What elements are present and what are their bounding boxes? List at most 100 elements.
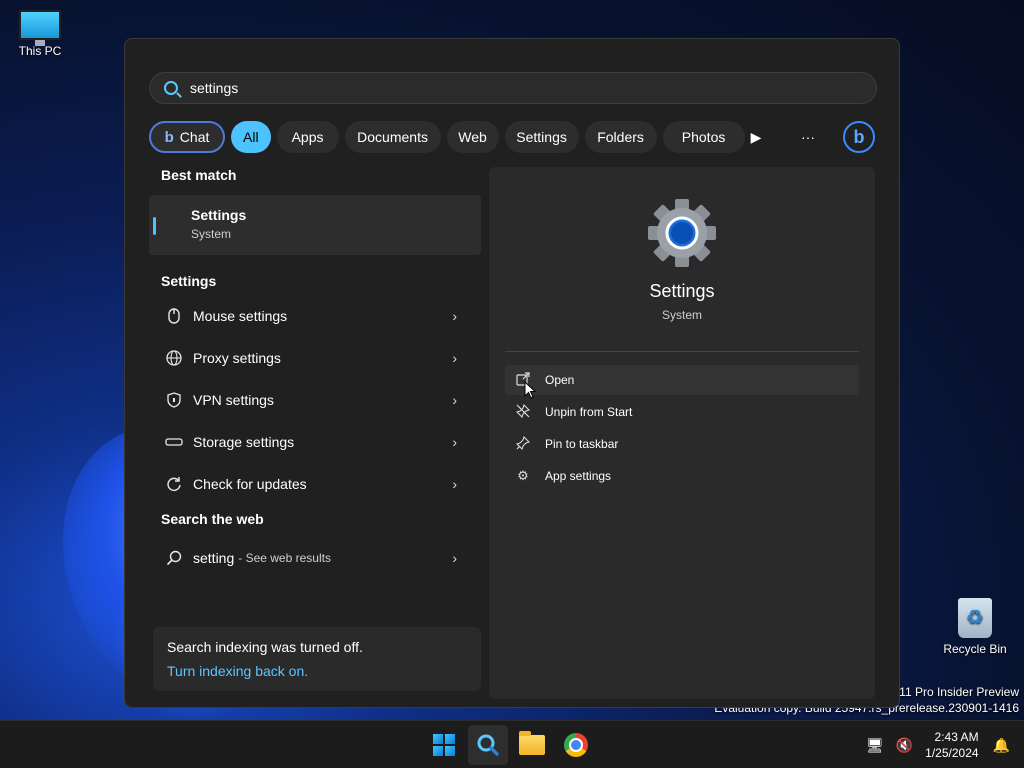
storage-icon (165, 433, 183, 451)
preview-actions: Open Unpin from Start Pin to taskbar ⚙ A… (505, 365, 859, 493)
filter-all-label: All (243, 129, 259, 145)
filter-folders[interactable]: Folders (584, 121, 657, 153)
result-label: VPN settings (193, 392, 274, 408)
indexing-notice: Search indexing was turned off. Turn ind… (153, 627, 481, 691)
start-button[interactable] (424, 725, 464, 765)
result-vpn-settings[interactable]: VPN settings › (149, 379, 481, 421)
action-app-settings[interactable]: ⚙ App settings (505, 461, 859, 491)
chrome-icon (564, 733, 588, 757)
result-label: Proxy settings (193, 350, 281, 366)
refresh-icon (165, 475, 183, 493)
filter-photos-label: Photos (681, 129, 726, 145)
recycle-bin-icon: ♻ (958, 598, 992, 638)
preview-title: Settings (649, 281, 715, 301)
indexing-message: Search indexing was turned off. (167, 639, 363, 655)
clock-time: 2:43 AM (934, 730, 979, 744)
result-label: Storage settings (193, 434, 295, 450)
web-query: setting (193, 550, 235, 566)
recycle-bin-label: Recycle Bin (943, 642, 1007, 656)
preview-pane: Settings System Open Unpin from Start Pi… (489, 167, 875, 699)
result-proxy-settings[interactable]: Proxy settings › (149, 337, 481, 379)
chevron-right-icon[interactable]: › (452, 308, 457, 324)
best-match-item[interactable]: Settings System (149, 195, 481, 255)
filter-web-label: Web (458, 129, 487, 145)
web-hint: - See web results (238, 551, 331, 565)
filter-folders-label: Folders (597, 129, 644, 145)
filter-chat-label: Chat (179, 129, 210, 145)
action-pin-to-taskbar[interactable]: Pin to taskbar (505, 429, 859, 459)
filter-documents[interactable]: Documents (344, 121, 441, 153)
bing-icon[interactable]: b (843, 121, 875, 153)
filter-documents-label: Documents (357, 129, 428, 145)
this-pc-label: This PC (18, 44, 62, 58)
taskbar-search-button[interactable] (468, 725, 508, 765)
clock-date: 1/25/2024 (925, 746, 979, 760)
best-match-subtitle: System (191, 227, 232, 241)
mouse-icon (165, 307, 183, 325)
filter-actions: ▶ ··· b (721, 120, 875, 154)
search-box[interactable] (149, 72, 877, 104)
turn-indexing-on-link[interactable]: Turn indexing back on. (167, 663, 467, 679)
filter-all[interactable]: All (231, 121, 271, 153)
result-label: Check for updates (193, 476, 307, 492)
notification-bell-icon[interactable]: 🔔 (993, 737, 1010, 754)
folder-icon (519, 731, 545, 755)
action-label: Unpin from Start (545, 405, 633, 419)
result-label: Mouse settings (193, 308, 288, 324)
search-panel: b Chat All Apps Documents Web Settings F… (124, 38, 900, 708)
monitor-icon (19, 10, 61, 46)
desktop-icon-this-pc[interactable]: This PC (0, 10, 80, 58)
file-explorer-button[interactable] (512, 725, 552, 765)
more-options-icon[interactable]: ··· (791, 120, 825, 154)
divider (505, 351, 859, 352)
windows-logo-icon (433, 734, 455, 756)
pin-icon (515, 435, 531, 453)
chevron-right-icon[interactable]: › (452, 392, 457, 408)
settings-heading: Settings (161, 273, 217, 289)
desktop-icon-recycle-bin[interactable]: ♻ Recycle Bin (935, 598, 1015, 656)
action-label: Pin to taskbar (545, 437, 619, 451)
bing-chat-icon: b (164, 128, 174, 146)
action-unpin-from-start[interactable]: Unpin from Start (505, 397, 859, 427)
search-input[interactable] (190, 80, 790, 96)
web-result-item[interactable]: setting - See web results › (149, 537, 481, 579)
shield-icon (165, 391, 183, 409)
chevron-right-icon[interactable]: › (452, 476, 457, 492)
search-icon (164, 81, 178, 95)
action-label: Open (545, 373, 575, 387)
gear-icon: ⚙ (517, 468, 529, 483)
taskbar: 🖥 🔇 2:43 AM 1/25/2024 🔔 (0, 720, 1024, 768)
best-match-title: Settings (191, 207, 247, 223)
filter-chat[interactable]: b Chat (149, 121, 225, 153)
filter-settings-label: Settings (516, 129, 567, 145)
search-web-heading: Search the web (161, 511, 264, 527)
result-check-for-updates[interactable]: Check for updates › (149, 463, 481, 505)
globe-icon (165, 349, 183, 367)
network-icon[interactable]: 🖥 (866, 737, 884, 754)
chrome-button[interactable] (556, 725, 596, 765)
filter-bar: b Chat All Apps Documents Web Settings F… (149, 120, 751, 154)
mouse-cursor-icon (524, 381, 536, 399)
filter-apps-label: Apps (291, 129, 324, 145)
chevron-right-icon[interactable]: › (452, 434, 457, 450)
volume-muted-icon[interactable]: 🔇 (896, 737, 913, 754)
system-tray: 🖥 🔇 2:43 AM 1/25/2024 🔔 (866, 721, 1010, 768)
filter-apps[interactable]: Apps (276, 121, 339, 153)
results-list: Best match Settings System Settings Mous… (149, 167, 481, 579)
filter-settings[interactable]: Settings (504, 121, 579, 153)
settings-gear-icon (648, 199, 716, 267)
clock[interactable]: 2:43 AM 1/25/2024 (925, 729, 978, 761)
result-mouse-settings[interactable]: Mouse settings › (149, 295, 481, 337)
search-icon (165, 549, 183, 567)
unpin-icon (515, 403, 531, 421)
play-more-filters-icon[interactable]: ▶ (739, 120, 773, 154)
best-match-heading: Best match (161, 167, 237, 183)
result-storage-settings[interactable]: Storage settings › (149, 421, 481, 463)
watermark-line1: s 11 Pro Insider Preview (889, 685, 1019, 699)
chevron-right-icon[interactable]: › (452, 350, 457, 366)
chevron-right-icon[interactable]: › (452, 550, 457, 566)
preview-subtitle: System (661, 308, 702, 322)
filter-web[interactable]: Web (446, 121, 499, 153)
action-open[interactable]: Open (505, 365, 859, 395)
taskbar-apps (424, 725, 600, 765)
